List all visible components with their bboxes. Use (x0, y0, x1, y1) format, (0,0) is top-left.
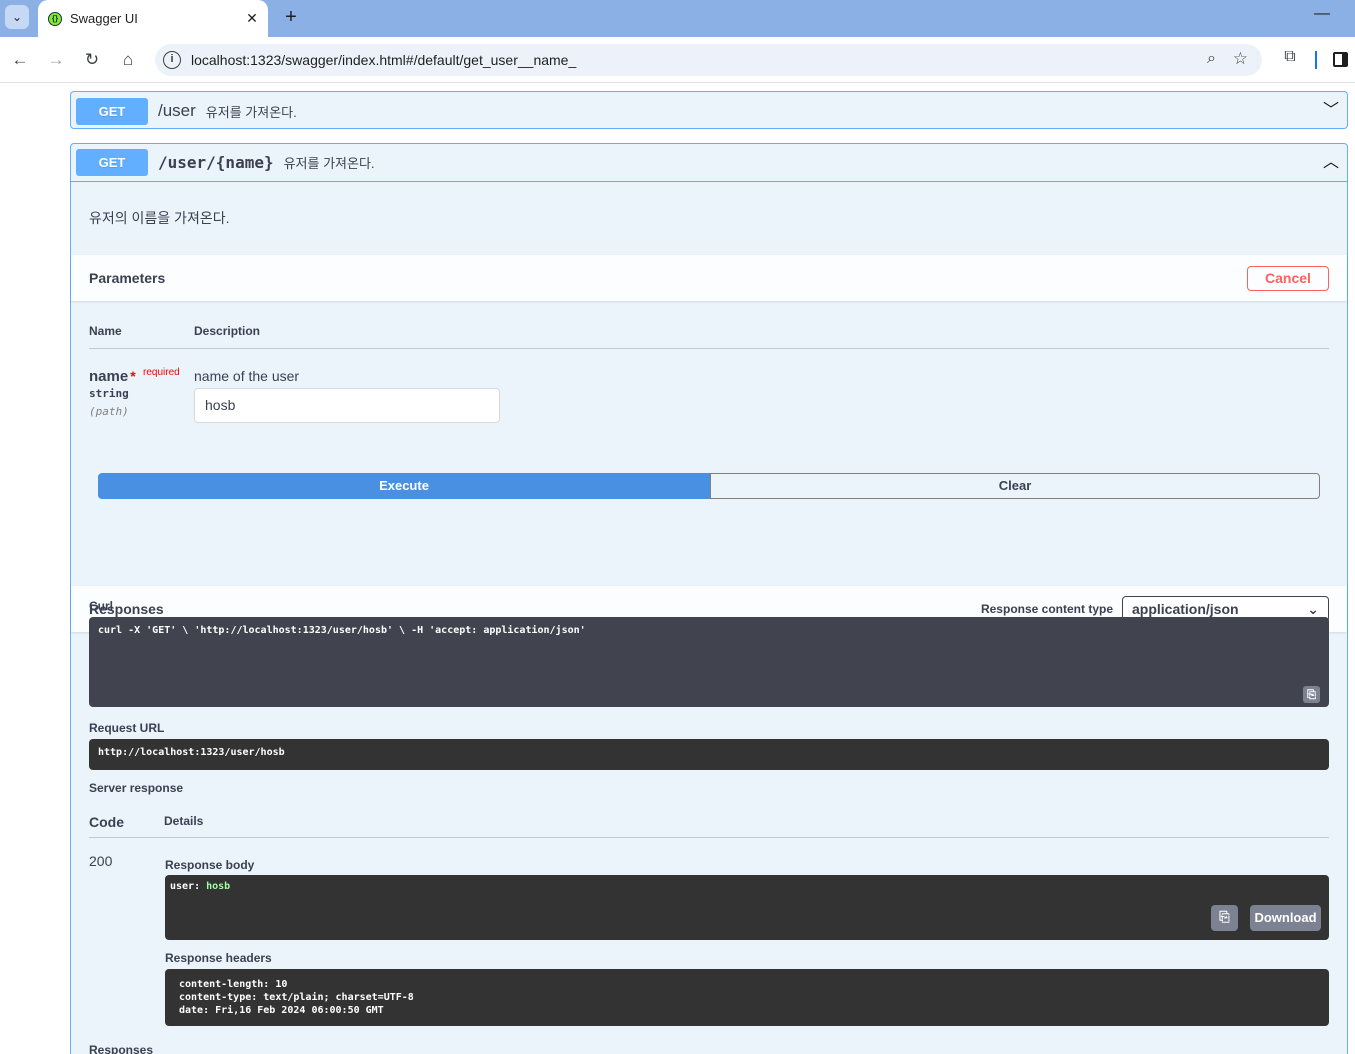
zoom-magnifier-icon[interactable]: ⌕ (1207, 50, 1216, 68)
parameters-title: Parameters (89, 270, 166, 286)
new-tab-plus-icon[interactable]: + (280, 5, 302, 29)
browser-toolbar: ← → ↻ ⌂ i localhost:1323/swagger/index.h… (0, 37, 1355, 83)
curl-text: curl -X 'GET' \ 'http://localhost:1323/u… (98, 625, 586, 636)
toolbar-separator (1315, 51, 1317, 69)
response-header-line: date: Fri,16 Feb 2024 06:00:50 GMT (179, 1005, 384, 1016)
name-input[interactable]: hosb (194, 388, 500, 423)
response-body-label: Response body (165, 858, 255, 872)
tab-title: Swagger UI (70, 11, 138, 26)
reload-icon[interactable]: ↻ (80, 48, 104, 72)
browser-tab[interactable]: {} Swagger UI ✕ (38, 0, 268, 37)
parameters-header: Parameters Cancel (71, 255, 1347, 301)
request-url[interactable]: http://localhost:1323/user/hosb (89, 739, 1329, 770)
address-bar[interactable]: i localhost:1323/swagger/index.html#/def… (155, 44, 1262, 76)
side-panel-icon[interactable] (1333, 52, 1348, 67)
chevron-down-icon[interactable]: ﹀ (1321, 101, 1341, 121)
request-url-text: http://localhost:1323/user/hosb (98, 747, 285, 758)
parameter-in: (path) (89, 405, 129, 418)
forward-arrow-icon[interactable]: → (44, 48, 68, 72)
opblock-summary[interactable]: GET /user 유저를 가져온다. ﹀ (71, 92, 1347, 130)
site-info-icon[interactable]: i (163, 51, 181, 69)
response-content-type-label: Response content type (980, 602, 1113, 616)
server-response-label: Server response (89, 781, 184, 795)
minimize-window-icon[interactable]: — (1312, 5, 1332, 27)
response-headers-label: Response headers (165, 951, 272, 965)
response-header-line: content-length: 10 (179, 979, 288, 990)
response-table-divider (89, 837, 1329, 838)
opblock-get-user-name: GET /user/{name} 유저를 가져온다. ︿ 유저의 이름을 가져온… (70, 143, 1348, 1054)
response-header-line: content-type: text/plain; charset=UTF-8 (179, 992, 414, 1003)
opblock-summary-description: 유저를 가져온다. (283, 156, 375, 171)
home-icon[interactable]: ⌂ (116, 48, 140, 72)
cancel-button[interactable]: Cancel (1247, 265, 1329, 291)
responses-title: Responses (89, 601, 164, 617)
response-body[interactable]: user: hosb ⎘ Download (165, 875, 1329, 940)
browser-tab-bar: ⌄ {} Swagger UI ✕ + — (0, 0, 1355, 37)
curl-command[interactable]: curl -X 'GET' \ 'http://localhost:1323/u… (89, 617, 1329, 707)
opblock-summary-description: 유저를 가져온다. (205, 104, 297, 120)
back-arrow-icon[interactable]: ← (8, 48, 32, 72)
status-code: 200 (89, 853, 113, 869)
execute-button[interactable]: Execute (98, 473, 710, 499)
opblock-path: /user/{name} (158, 153, 274, 172)
response-headers[interactable]: content-length: 10 content-type: text/pl… (165, 969, 1329, 1026)
copy-clipboard-icon[interactable]: ⎘ (1211, 905, 1238, 931)
extensions-puzzle-icon[interactable]: ⧉ (1279, 48, 1301, 72)
tab-search-chevron-icon[interactable]: ⌄ (5, 5, 29, 29)
code-column-header: Code (89, 814, 124, 830)
response-body-key: user: (170, 881, 207, 892)
swagger-page: GET /user 유저를 가져온다. ﹀ GET /user/{name} 유… (0, 84, 1355, 1054)
swagger-favicon-icon: {} (48, 11, 62, 26)
opblock-get-user: GET /user 유저를 가져온다. ﹀ (70, 91, 1348, 129)
opblock-path: /user (158, 101, 196, 120)
opblock-summary[interactable]: GET /user/{name} 유저를 가져온다. ︿ (71, 144, 1347, 182)
request-url-label: Request URL (89, 721, 165, 735)
required-label: required (143, 367, 180, 378)
column-header-name: Name (89, 324, 122, 338)
chevron-up-icon[interactable]: ︿ (1321, 153, 1341, 173)
details-column-header: Details (164, 814, 204, 828)
parameter-description: name of the user (194, 368, 300, 384)
execute-clear-group: Execute Clear (98, 473, 1320, 499)
parameter-name: name * (89, 368, 136, 385)
address-url[interactable]: localhost:1323/swagger/index.html#/defau… (191, 52, 576, 68)
column-header-description: Description (194, 324, 261, 338)
copy-clipboard-icon[interactable]: ⎘ (1303, 686, 1320, 703)
required-star: * (130, 368, 136, 384)
response-body-value: hosb (206, 881, 231, 892)
download-button[interactable]: Download (1250, 905, 1321, 931)
method-badge: GET (76, 149, 148, 176)
clear-button[interactable]: Clear (710, 473, 1320, 499)
opblock-description: 유저의 이름을 가져온다. (89, 210, 230, 226)
tab-close-icon[interactable]: ✕ (242, 10, 262, 27)
parameter-type: string (89, 387, 129, 400)
method-badge: GET (76, 97, 148, 125)
table-header-divider (89, 348, 1329, 349)
curl-label: Curl (89, 599, 113, 613)
responses-section-label: Responses (89, 1043, 154, 1054)
bookmark-star-icon[interactable]: ☆ (1233, 49, 1248, 69)
